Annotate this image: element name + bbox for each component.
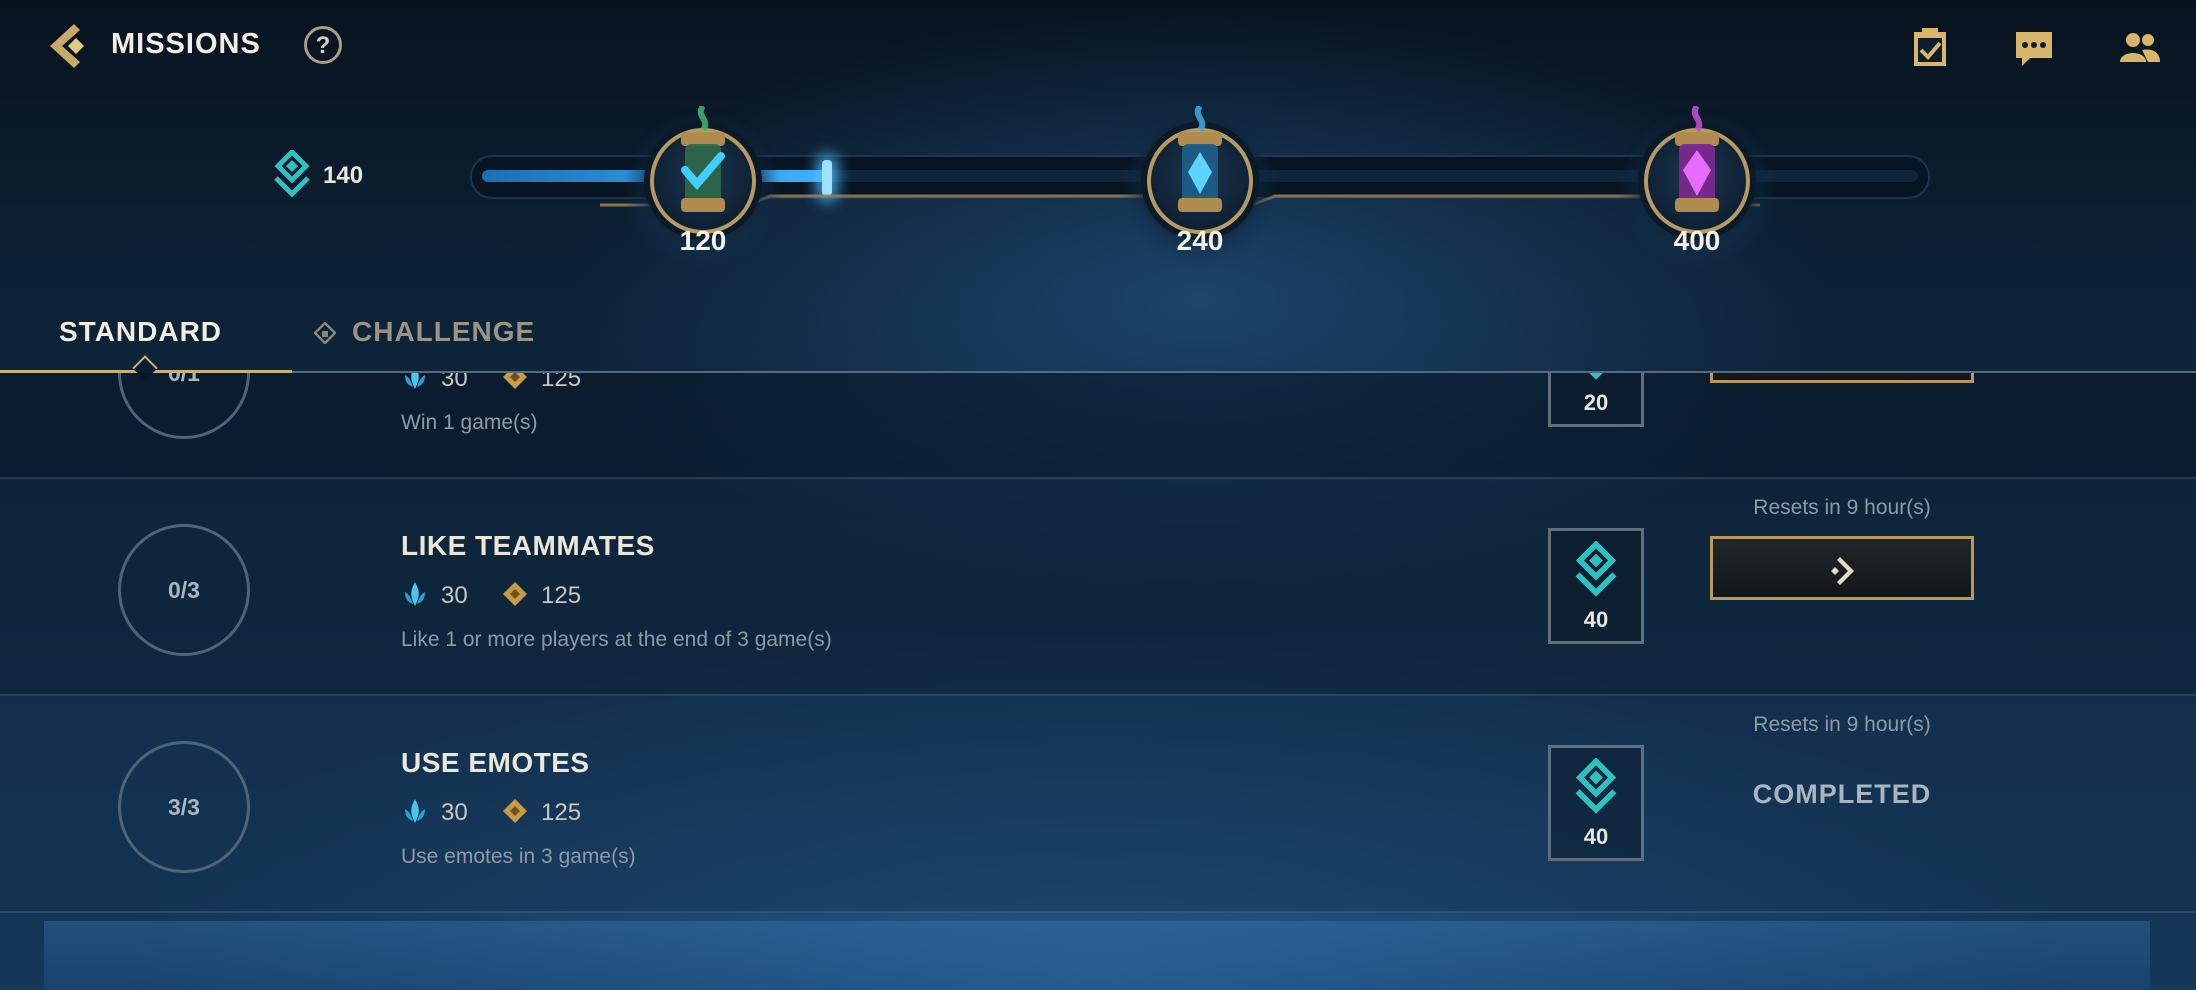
- mission-row: 3/3 USE EMOTES 30 125 Use emotes in 3 ga…: [0, 697, 2196, 913]
- mission-description: Use emotes in 3 game(s): [401, 845, 636, 868]
- mission-row: 0/1 30 125 Win 1 game(s) 20: [0, 373, 2196, 479]
- mission-progress: 3/3: [118, 741, 250, 873]
- missions-screen: MISSIONS ? 140 120 240 400 STANDARD CHAL…: [0, 0, 2196, 990]
- mission-description: Like 1 or more players at the end of 3 g…: [401, 628, 832, 651]
- reward-blue-value: 30: [441, 582, 468, 609]
- tab-challenge-label: CHALLENGE: [352, 316, 536, 347]
- reward-blue-value: 30: [441, 373, 468, 392]
- mission-go-button[interactable]: [1710, 536, 1974, 600]
- tab-standard[interactable]: STANDARD: [59, 316, 222, 348]
- capsule-icon: [1178, 106, 1222, 212]
- mission-title: USE EMOTES: [401, 747, 590, 778]
- milestone-connector: [600, 194, 1760, 207]
- tab-challenge[interactable]: CHALLENGE: [314, 316, 535, 348]
- mission-resets: Resets in 9 hour(s): [1753, 713, 1931, 736]
- reward-blue-value: 30: [441, 799, 468, 826]
- bottom-panel: [44, 921, 2150, 990]
- capsule-icon: [681, 106, 725, 212]
- milestone-120[interactable]: 120: [613, 100, 793, 280]
- gold-coin-icon: [503, 799, 527, 823]
- missions-list[interactable]: 0/1 30 125 Win 1 game(s) 20 0/3 LIKE TEA…: [0, 373, 2196, 921]
- reward-gold-value: 125: [541, 582, 582, 609]
- milestone-240[interactable]: 240: [1110, 100, 1290, 280]
- reward-gold-value: 125: [541, 799, 582, 826]
- token-reward-value: 40: [1583, 824, 1609, 849]
- mission-progress: 0/1: [118, 373, 250, 439]
- arrow-right-icon: [1831, 557, 1854, 585]
- mission-token-icon: [1589, 373, 1603, 380]
- mission-token-reward: 40: [1548, 745, 1644, 861]
- mission-progress: 0/3: [118, 524, 250, 656]
- token-reward-value: 20: [1583, 390, 1609, 415]
- milestone-400[interactable]: 400: [1607, 100, 1787, 280]
- milestone-label: 240: [1176, 225, 1224, 256]
- mission-token-icon: [1575, 541, 1617, 597]
- mission-go-button[interactable]: [1710, 373, 1974, 383]
- token-reward-value: 40: [1583, 607, 1609, 632]
- mission-resets: Resets in 9 hour(s): [1753, 496, 1931, 519]
- milestone-label: 120: [679, 225, 727, 256]
- mission-title: LIKE TEAMMATES: [401, 530, 655, 561]
- gold-coin-icon: [503, 373, 527, 389]
- lock-icon: [314, 322, 336, 344]
- reward-gold-value: 125: [541, 373, 582, 392]
- mission-token-reward: 20: [1548, 373, 1644, 427]
- milestone-label: 400: [1673, 225, 1721, 256]
- blue-essence-icon: [405, 799, 425, 823]
- capsule-icon: [1675, 106, 1719, 212]
- mission-token-icon: [1575, 758, 1617, 814]
- gold-coin-icon: [503, 582, 527, 606]
- mission-description: Win 1 game(s): [401, 411, 538, 434]
- mission-token-reward: 40: [1548, 528, 1644, 644]
- blue-essence-icon: [405, 582, 425, 606]
- blue-essence-icon: [405, 373, 425, 389]
- mission-completed-status: COMPLETED: [1752, 779, 1932, 809]
- mission-row: 0/3 LIKE TEAMMATES 30 125 Like 1 or more…: [0, 480, 2196, 696]
